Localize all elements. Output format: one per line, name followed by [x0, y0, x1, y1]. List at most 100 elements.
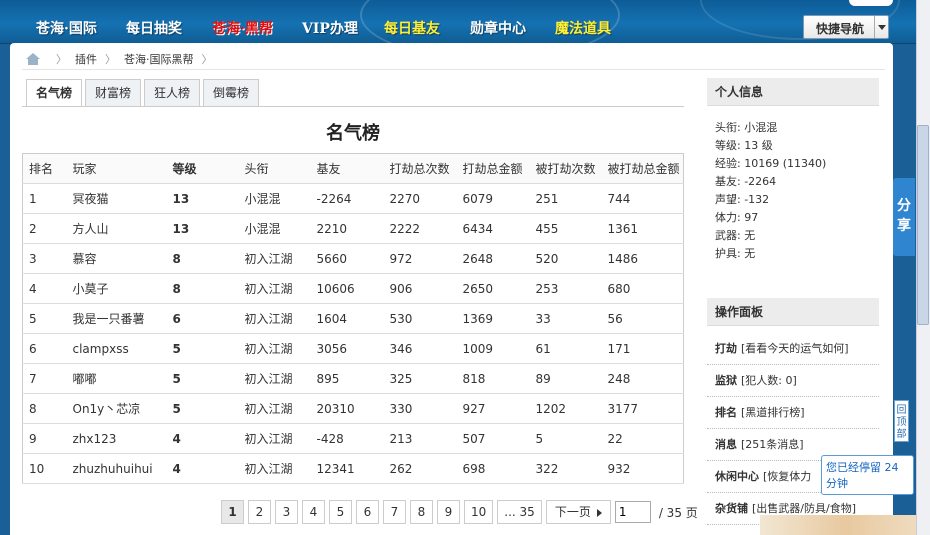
divider: [22, 106, 684, 107]
op-desc: [恢复体力: [763, 470, 812, 483]
share-button[interactable]: 分享: [893, 178, 915, 256]
table-cell[interactable]: clampxss: [66, 333, 167, 364]
table-cell[interactable]: 慕容: [66, 243, 167, 274]
next-page-button[interactable]: 下一页: [545, 500, 611, 524]
table-cell: 10606: [310, 273, 384, 304]
home-icon[interactable]: [26, 53, 40, 65]
triangle-right-icon: [596, 508, 602, 517]
table-cell: 818: [456, 363, 530, 394]
table-cell: 507: [456, 423, 530, 454]
table-cell: 530: [383, 303, 457, 334]
table-cell: 小混混: [238, 183, 311, 214]
table-cell[interactable]: 小莫子: [66, 273, 167, 304]
table-cell: 262: [383, 453, 457, 484]
table-cell: 8: [166, 273, 239, 304]
table-cell: 253: [529, 273, 602, 304]
table-cell: 744: [601, 183, 684, 214]
stay-time-notice: 您已经停留 24 分钟: [821, 455, 914, 495]
table-cell: 8: [166, 243, 239, 274]
table-cell: 2222: [383, 213, 457, 244]
op-name: 排名: [715, 406, 737, 419]
nav-item-magic-items[interactable]: 魔法道具: [555, 18, 611, 38]
table-cell: 3177: [601, 393, 684, 424]
tab-unlucky[interactable]: 倒霉榜: [203, 79, 260, 107]
table-cell[interactable]: 冥夜猫: [66, 183, 167, 214]
quick-nav-dropdown[interactable]: 快捷导航: [803, 15, 889, 39]
top-nav-bar: 苍海·国际 每日抽奖 苍海·黑帮 VIP办理 每日基友 勋章中心 魔法道具 快捷…: [0, 0, 930, 60]
operations-panel: 打劫 [看看今天的运气如何] 监狱 [犯人数: 0] 排名 [黑道排行榜] 消息 [25…: [707, 333, 879, 525]
page-button-current[interactable]: 1: [221, 500, 244, 524]
table-cell: 6: [22, 333, 67, 364]
page-button-last[interactable]: ... 35: [497, 500, 542, 524]
table-cell: 初入江湖: [238, 243, 311, 274]
table-cell: 1009: [456, 333, 530, 364]
table-cell[interactable]: 我是一只番薯: [66, 303, 167, 334]
table-cell[interactable]: 方人山: [66, 213, 167, 244]
page-button[interactable]: 8: [410, 500, 433, 524]
table-cell: 3: [22, 243, 67, 274]
op-jail[interactable]: 监狱 [犯人数: 0]: [707, 365, 879, 397]
divider: [22, 69, 885, 70]
table-cell[interactable]: zhx123: [66, 423, 167, 454]
table-cell: 22: [601, 423, 684, 454]
nav-item-canghai-gang[interactable]: 苍海·黑帮: [212, 18, 273, 38]
table-cell: 1369: [456, 303, 530, 334]
table-cell: 20310: [310, 393, 384, 424]
page-button[interactable]: 2: [248, 500, 271, 524]
column-header: 基友: [310, 153, 384, 184]
tab-wealth[interactable]: 财富榜: [85, 79, 142, 107]
page-button[interactable]: 10: [464, 500, 494, 524]
ranking-tabs: 名气榜 财富榜 狂人榜 倒霉榜: [26, 79, 260, 107]
table-cell: 初入江湖: [238, 423, 311, 454]
scrollbar-thumb[interactable]: [917, 125, 929, 325]
table-cell: 4: [22, 273, 67, 304]
table-cell: 895: [310, 363, 384, 394]
nav-item-vip[interactable]: VIP办理: [302, 18, 358, 38]
tab-madman[interactable]: 狂人榜: [144, 79, 201, 107]
table-cell: 2: [22, 213, 67, 244]
table-cell: 6434: [456, 213, 530, 244]
table-cell: 171: [601, 333, 684, 364]
nav-item-medal-center[interactable]: 勋章中心: [470, 18, 526, 38]
table-cell[interactable]: 嘟嘟: [66, 363, 167, 394]
nav-item-daily-lottery[interactable]: 每日抽奖: [126, 18, 182, 38]
nav-item-daily-buddy[interactable]: 每日基友: [384, 18, 440, 38]
chevron-right-icon: 〉: [105, 53, 116, 66]
page-button[interactable]: 3: [275, 500, 298, 524]
personal-info: 头衔: 小混混 等级: 13 级 经验: 10169 (11340) 基友: -…: [715, 119, 826, 263]
page-button[interactable]: 6: [356, 500, 379, 524]
op-name: 打劫: [715, 342, 737, 355]
page-button[interactable]: 5: [329, 500, 352, 524]
table-cell: 2210: [310, 213, 384, 244]
quick-nav-label: 快捷导航: [816, 22, 865, 36]
top-right-tab[interactable]: [849, 0, 893, 6]
table-cell[interactable]: On1y丶芯凉: [66, 393, 167, 424]
table-cell: 927: [456, 393, 530, 424]
main-panel: 〉 插件 〉 苍海·国际黑帮 〉 名气榜 财富榜 狂人榜 倒霉榜 名气榜 排名 …: [10, 43, 893, 535]
table-cell: 248: [601, 363, 684, 394]
breadcrumb-item-gang[interactable]: 苍海·国际黑帮: [124, 51, 194, 67]
nav-item-canghai-international[interactable]: 苍海·国际: [36, 18, 97, 38]
breadcrumb-item-plugins[interactable]: 插件: [75, 51, 97, 67]
table-cell: 7: [22, 363, 67, 394]
tab-fame[interactable]: 名气榜: [26, 79, 83, 107]
table-cell: 5: [529, 423, 602, 454]
table-row: 7 嘟嘟 5 初入江湖 895 325 818 89 248: [22, 363, 684, 394]
chevron-down-icon: [874, 16, 888, 38]
table-cell: 932: [601, 453, 684, 484]
table-cell: 1361: [601, 213, 684, 244]
table-cell: 4: [166, 453, 239, 484]
page-button[interactable]: 9: [437, 500, 460, 524]
op-ranking[interactable]: 排名 [黑道排行榜]: [707, 397, 879, 429]
page-number-input[interactable]: [614, 501, 651, 523]
page-button[interactable]: 4: [302, 500, 325, 524]
table-cell: 3056: [310, 333, 384, 364]
op-rob[interactable]: 打劫 [看看今天的运气如何]: [707, 333, 879, 365]
breadcrumb: 〉 插件 〉 苍海·国际黑帮 〉: [26, 50, 221, 68]
table-cell: 8: [22, 393, 67, 424]
table-cell[interactable]: zhuzhuhuihui: [66, 453, 167, 484]
page-button[interactable]: 7: [383, 500, 406, 524]
back-to-top-button[interactable]: 回顶部: [894, 400, 909, 442]
table-row: 10 zhuzhuhuihui 4 初入江湖 12341 262 698 322 932: [22, 453, 684, 484]
column-header: 等级: [166, 153, 239, 184]
